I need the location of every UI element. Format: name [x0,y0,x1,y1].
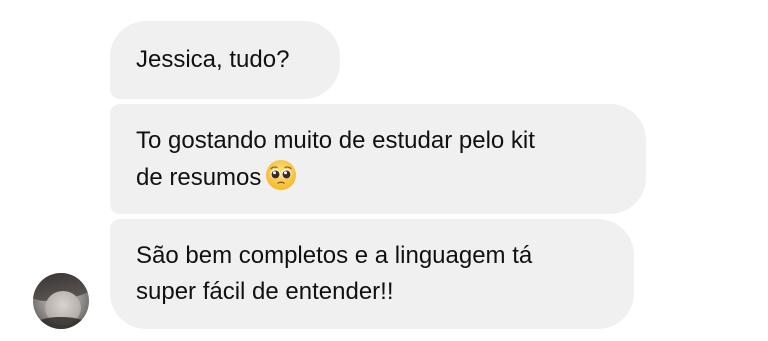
avatar[interactable] [33,273,89,329]
message-bubble: Jessica, tudo? [110,21,340,99]
pleading-face-emoji-icon [266,159,297,190]
avatar-shoulders [33,317,89,329]
message-text: Jessica, tudo? [136,46,290,73]
message-bubble: To gostando muito de estudar pelo kit de… [110,104,646,214]
chat-thread: Jessica, tudo? To gostando muito de estu… [0,0,768,341]
message-text: São bem completos e a linguagem tá super… [136,242,533,305]
message-bubble: São bem completos e a linguagem tá super… [110,219,634,329]
message-text: To gostando muito de estudar pelo kit de… [136,126,535,191]
